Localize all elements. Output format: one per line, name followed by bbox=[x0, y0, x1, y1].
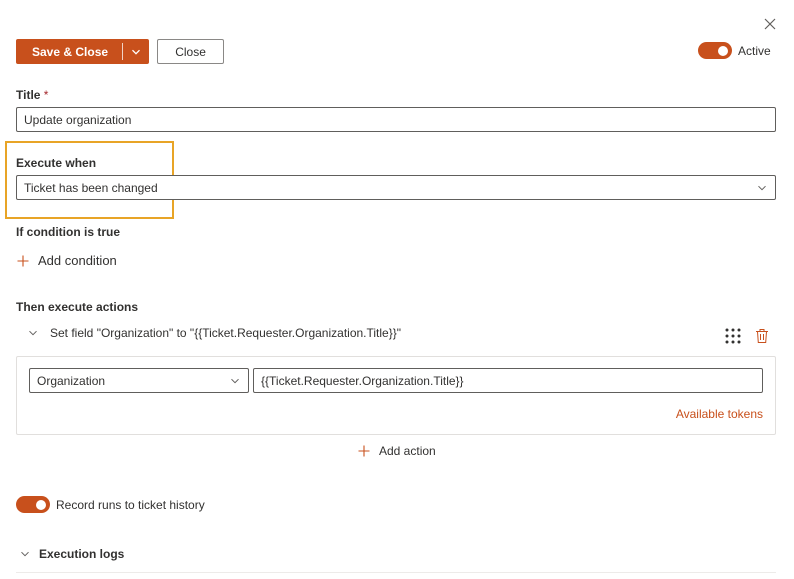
chevron-down-icon bbox=[132, 49, 141, 55]
active-toggle-group: Active bbox=[698, 42, 771, 59]
available-tokens-link[interactable]: Available tokens bbox=[676, 407, 763, 421]
title-input[interactable]: Update organization bbox=[16, 107, 776, 132]
chevron-down-icon bbox=[21, 551, 29, 557]
active-toggle[interactable] bbox=[698, 42, 732, 59]
conditions-label: If condition is true bbox=[16, 225, 120, 239]
execute-when-dropdown[interactable]: Ticket has been changed bbox=[16, 175, 776, 200]
command-toolbar: Save & Close Close bbox=[16, 39, 225, 64]
chevron-down-icon bbox=[758, 185, 766, 191]
divider bbox=[16, 572, 776, 573]
save-options-dropdown[interactable] bbox=[123, 39, 149, 64]
record-history-toggle[interactable] bbox=[16, 496, 50, 513]
actions-label: Then execute actions bbox=[16, 300, 139, 314]
title-label-text: Title bbox=[16, 88, 41, 102]
record-history-label: Record runs to ticket history bbox=[56, 497, 205, 512]
plus-icon bbox=[358, 445, 370, 457]
delete-icon[interactable] bbox=[755, 328, 769, 344]
add-condition-button[interactable]: Add condition bbox=[17, 253, 117, 268]
plus-icon bbox=[17, 255, 29, 266]
active-label: Active bbox=[738, 43, 771, 58]
action-value-input[interactable]: {{Ticket.Requester.Organization.Title}} bbox=[253, 368, 763, 393]
action-field-dropdown[interactable]: Organization bbox=[29, 368, 249, 393]
save-close-button[interactable]: Save & Close bbox=[16, 39, 122, 64]
execute-when-label: Execute when bbox=[16, 156, 97, 170]
chevron-down-icon bbox=[231, 378, 239, 384]
title-label: Title * bbox=[16, 88, 48, 102]
execution-logs-section[interactable]: Execution logs bbox=[20, 547, 124, 561]
add-condition-label: Add condition bbox=[38, 253, 117, 268]
toggle-knob bbox=[36, 499, 46, 510]
action-summary: Set field "Organization" to "{{Ticket.Re… bbox=[50, 326, 402, 340]
close-button[interactable]: Close bbox=[157, 39, 225, 64]
record-history-group: Record runs to ticket history bbox=[16, 496, 205, 513]
add-action-button[interactable]: Add action bbox=[358, 444, 436, 458]
action-item-header[interactable]: Set field "Organization" to "{{Ticket.Re… bbox=[28, 326, 401, 340]
action-detail-panel: Organization {{Ticket.Requester.Organiza… bbox=[16, 356, 776, 435]
toggle-knob bbox=[718, 45, 728, 56]
required-marker: * bbox=[43, 88, 49, 102]
execute-when-value: Ticket has been changed bbox=[24, 180, 158, 195]
add-action-label: Add action bbox=[379, 444, 436, 458]
action-field-value: Organization bbox=[37, 373, 106, 388]
chevron-down-icon bbox=[29, 330, 37, 336]
execution-logs-label: Execution logs bbox=[39, 547, 125, 561]
close-icon[interactable] bbox=[762, 16, 778, 32]
save-close-split-button: Save & Close bbox=[16, 39, 150, 64]
drag-handle-icon[interactable] bbox=[724, 327, 742, 345]
